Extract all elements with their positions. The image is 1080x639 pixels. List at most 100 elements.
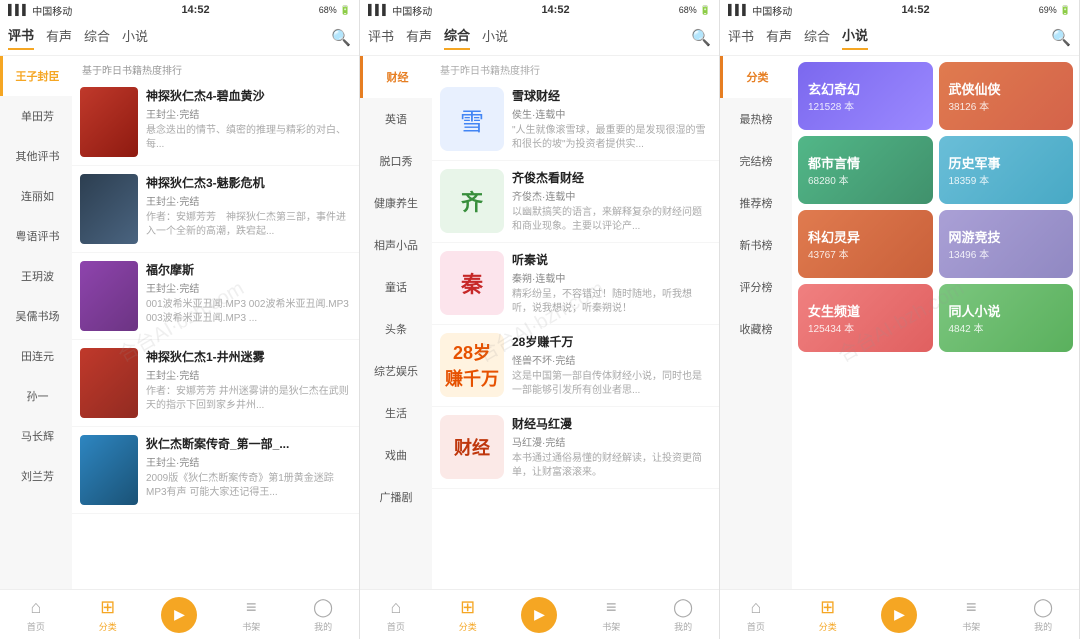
sidebar-item-wangzifengchen[interactable]: 王子封臣 <box>0 56 72 96</box>
tab-xiaoshuo-3[interactable]: 小说 <box>842 25 868 50</box>
tab-yousheng-1[interactable]: 有声 <box>46 26 72 49</box>
p3-cat-pingfen[interactable]: 评分榜 <box>720 266 792 308</box>
search-icon-2[interactable]: 🔍 <box>691 28 711 48</box>
nav-mine-1[interactable]: ◯ 我的 <box>287 597 359 633</box>
search-icon-3[interactable]: 🔍 <box>1051 28 1071 48</box>
p3-cat-wanjie[interactable]: 完结榜 <box>720 140 792 182</box>
book-item-2[interactable]: 神探狄仁杰3-魅影危机 王封尘·完结 作者：安娜芳芳 神探狄仁杰第三部，事件进入… <box>72 166 359 253</box>
nav-category-2[interactable]: ⊞ 分类 <box>432 597 504 633</box>
signal-icon-3: ▌▌▌ <box>728 5 749 16</box>
grid-card-tongren[interactable]: 同人小说 4842 本 <box>939 284 1074 352</box>
nav-play-2[interactable]: ▶ <box>504 597 576 633</box>
nav-mine-label-3: 我的 <box>1034 620 1052 633</box>
book-desc-1: 悬念迭出的情节、缜密的推理与精彩的对白、每... <box>146 124 351 152</box>
p2-book-5[interactable]: 财经 财经马红漫 马红漫·完结 本书通过通俗易懂的财经解读，让投资更简单，让财富… <box>432 407 719 489</box>
sidebar-item-wurushuchang[interactable]: 吴儒书场 <box>0 296 72 336</box>
grid-card-nvsheng[interactable]: 女生频道 125434 本 <box>798 284 933 352</box>
p2-category-list: 财经 英语 脱口秀 健康养生 相声小品 童话 头条 综艺娱乐 生活 戏曲 广播剧 <box>360 56 432 589</box>
signal-icon-2: ▌▌▌ <box>368 5 389 16</box>
sidebar-item-sunyi[interactable]: 孙一 <box>0 376 72 416</box>
p2-cat-shenghuo[interactable]: 生活 <box>360 392 432 434</box>
p2-cat-zongyi[interactable]: 综艺娱乐 <box>360 350 432 392</box>
book-item-4[interactable]: 神探狄仁杰1-井州迷雾 王封尘·完结 作者：安娜芳芳 井州迷雾讲的是狄仁杰在武则… <box>72 340 359 427</box>
nav-play-3[interactable]: ▶ <box>864 597 936 633</box>
book-item-1[interactable]: 神探狄仁杰4-碧血黄沙 王封尘·完结 悬念迭出的情节、缜密的推理与精彩的对白、每… <box>72 79 359 166</box>
nav-shelf-1[interactable]: ≡ 书架 <box>215 597 287 633</box>
p2-cover-qijun: 齐 <box>440 169 504 233</box>
home-icon-3: ⌂ <box>750 597 761 618</box>
p2-meta-1: 侯生·连载中 <box>512 106 711 121</box>
book-author-2: 王封尘·完结 <box>146 193 351 208</box>
tab-pingsu[interactable]: 评书 <box>8 25 34 50</box>
p2-book-3[interactable]: 秦 听秦说 秦朔·连载中 精彩纷呈，不容错过！随时随地，听我想听，说我想说；听秦… <box>432 243 719 325</box>
p2-cat-toutiao[interactable]: 头条 <box>360 308 432 350</box>
p2-cat-guangboju[interactable]: 广播剧 <box>360 476 432 518</box>
p2-title-2: 齐俊杰看财经 <box>512 169 711 186</box>
sidebar-item-liulanfang[interactable]: 刘兰芳 <box>0 456 72 496</box>
p3-cat-fenlei[interactable]: 分类 <box>720 56 792 98</box>
time-2: 14:52 <box>541 4 569 16</box>
tab-pingsu-3[interactable]: 评书 <box>728 26 754 49</box>
p2-book-1[interactable]: 雪球财经 侯生·连载中 "人生就像滚雪球，最重要的是发现很湿的雪和很长的坡"为投… <box>432 79 719 161</box>
tab-zonghe-1[interactable]: 综合 <box>84 26 110 49</box>
tab-zonghe-3[interactable]: 综合 <box>804 26 830 49</box>
grid-card-kehuan[interactable]: 科幻灵异 43767 本 <box>798 210 933 278</box>
p2-book-2[interactable]: 齐 齐俊杰看财经 齐俊杰·连载中 以幽默搞笑的语言，来解释复杂的财经问题和商业现… <box>432 161 719 243</box>
grid-card-wuxia[interactable]: 武侠仙侠 38126 本 <box>939 62 1074 130</box>
book-item-5[interactable]: 狄仁杰断案传奇_第一部_... 王封尘·完结 2009版《狄仁杰断案传奇》第1册… <box>72 427 359 514</box>
grid-card-lishi[interactable]: 历史军事 18359 本 <box>939 136 1074 204</box>
p2-cat-jiankang[interactable]: 健康养生 <box>360 182 432 224</box>
sidebar-item-shantianfang[interactable]: 单田芳 <box>0 96 72 136</box>
p2-cat-xiqu[interactable]: 戏曲 <box>360 434 432 476</box>
nav-cat-label-3: 分类 <box>819 620 837 633</box>
nav-play-1[interactable]: ▶ <box>144 597 216 633</box>
nav-mine-3[interactable]: ◯ 我的 <box>1007 597 1079 633</box>
battery-icon-1: 🔋 <box>340 5 351 16</box>
sidebar-item-tianlianyuan[interactable]: 田连元 <box>0 336 72 376</box>
tab-yousheng-3[interactable]: 有声 <box>766 26 792 49</box>
nav-home-1[interactable]: ⌂ 首页 <box>0 597 72 633</box>
tab-yousheng-2[interactable]: 有声 <box>406 26 432 49</box>
play-button-1[interactable]: ▶ <box>161 597 197 633</box>
p2-cat-tonghua[interactable]: 童话 <box>360 266 432 308</box>
battery-1: 68% 🔋 <box>319 5 351 16</box>
nav-home-2[interactable]: ⌂ 首页 <box>360 597 432 633</box>
nav-home-3[interactable]: ⌂ 首页 <box>720 597 792 633</box>
nav-category-3[interactable]: ⊞ 分类 <box>792 597 864 633</box>
tabs-2: 评书 有声 综合 小说 <box>368 25 691 50</box>
tab-xiaoshuo-2[interactable]: 小说 <box>482 26 508 49</box>
p3-cat-zuire[interactable]: 最热榜 <box>720 98 792 140</box>
book-item-3[interactable]: 福尔摩斯 王封尘·完结 001波希米亚丑闻.MP3 002波希米亚丑闻.MP3 … <box>72 253 359 340</box>
play-button-2[interactable]: ▶ <box>521 597 557 633</box>
p2-book-4[interactable]: 28岁赚千万 28岁赚千万 怪兽不坏·完结 这是中国第一部自传体财经小说，同时也… <box>432 325 719 407</box>
sidebar-item-machanghui[interactable]: 马长辉 <box>0 416 72 456</box>
tab-xiaoshuo-1[interactable]: 小说 <box>122 26 148 49</box>
nav-shelf-2[interactable]: ≡ 书架 <box>575 597 647 633</box>
tab-zonghe-2[interactable]: 综合 <box>444 25 470 50</box>
tab-pingsu-2[interactable]: 评书 <box>368 26 394 49</box>
grid-card-wangyou[interactable]: 网游竞技 13496 本 <box>939 210 1074 278</box>
p2-meta-2: 齐俊杰·连载中 <box>512 188 711 203</box>
grid-card-dushi[interactable]: 都市言情 68280 本 <box>798 136 933 204</box>
sidebar-item-wangyuebo[interactable]: 王玥波 <box>0 256 72 296</box>
sidebar-item-lianlike[interactable]: 连丽如 <box>0 176 72 216</box>
p2-cat-caijing[interactable]: 财经 <box>360 56 432 98</box>
grid-card-xuanhuanqihuan[interactable]: 玄幻奇幻 121528 本 <box>798 62 933 130</box>
nav-shelf-label-3: 书架 <box>962 620 980 633</box>
p3-cat-shoucang[interactable]: 收藏榜 <box>720 308 792 350</box>
nav-shelf-label-2: 书架 <box>602 620 620 633</box>
sidebar-item-qitapingshu[interactable]: 其他评书 <box>0 136 72 176</box>
search-icon-1[interactable]: 🔍 <box>331 28 351 48</box>
nav-shelf-3[interactable]: ≡ 书架 <box>935 597 1007 633</box>
nav-category-1[interactable]: ⊞ 分类 <box>72 597 144 633</box>
p3-cat-xinshu[interactable]: 新书榜 <box>720 224 792 266</box>
p2-cat-tuokouxiu[interactable]: 脱口秀 <box>360 140 432 182</box>
nav-mine-2[interactable]: ◯ 我的 <box>647 597 719 633</box>
p3-cat-tuijian[interactable]: 推荐榜 <box>720 182 792 224</box>
play-button-3[interactable]: ▶ <box>881 597 917 633</box>
book-author-1: 王封尘·完结 <box>146 106 351 121</box>
battery-icon-2: 🔋 <box>700 5 711 16</box>
p2-cat-yingyu[interactable]: 英语 <box>360 98 432 140</box>
sidebar-item-yueyupingshu[interactable]: 粤语评书 <box>0 216 72 256</box>
p2-cat-xiangsheng[interactable]: 相声小品 <box>360 224 432 266</box>
